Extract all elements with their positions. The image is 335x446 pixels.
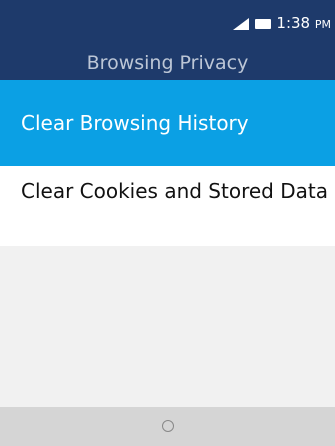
time-ampm: PM bbox=[314, 18, 331, 31]
time-value: 1:38 bbox=[276, 14, 311, 32]
status-time: 1:38 PM bbox=[276, 14, 331, 34]
battery-icon bbox=[255, 19, 272, 29]
status-bar: 1:38 PM bbox=[0, 0, 335, 46]
signal-icon bbox=[233, 18, 250, 30]
page-title: Browsing Privacy bbox=[0, 46, 335, 80]
soft-key-bar bbox=[0, 407, 335, 446]
status-icons: 1:38 PM bbox=[233, 14, 331, 34]
home-icon[interactable] bbox=[161, 420, 174, 432]
menu-item-clear-cookies-and-stored-data[interactable]: Clear Cookies and Stored Data bbox=[0, 166, 335, 246]
menu-list: Clear Browsing History Clear Cookies and… bbox=[0, 80, 335, 246]
menu-item-clear-browsing-history[interactable]: Clear Browsing History bbox=[0, 80, 335, 166]
